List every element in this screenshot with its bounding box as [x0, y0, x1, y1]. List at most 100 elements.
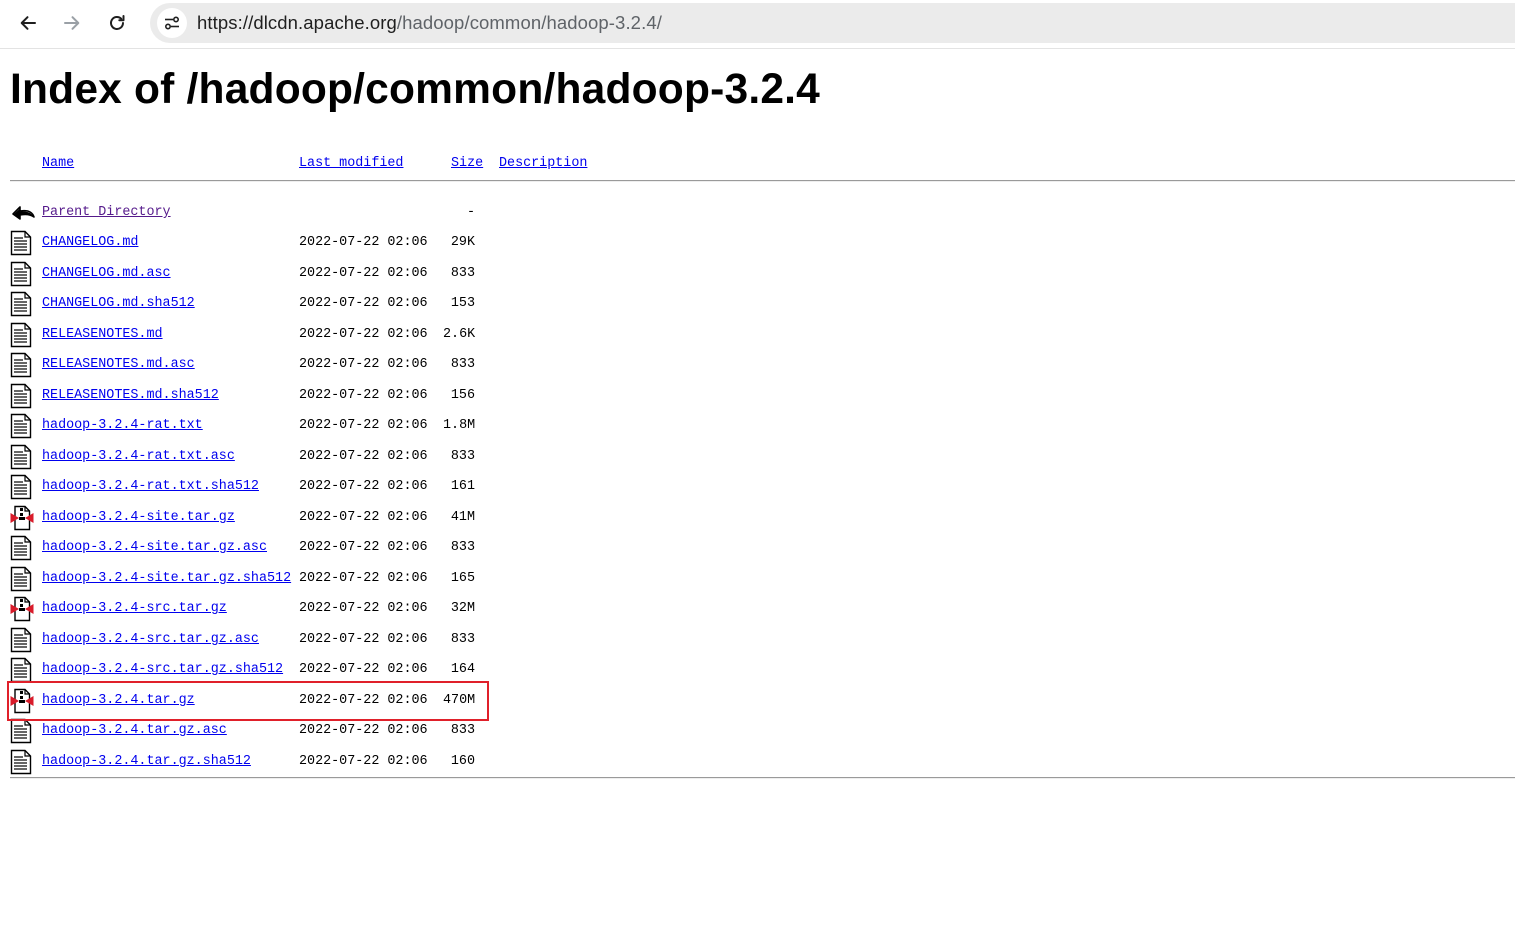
file-size: 41M: [450, 510, 475, 525]
file-link[interactable]: hadoop-3.2.4.tar.gz.sha512: [42, 754, 251, 769]
file-row: CHANGELOG.md.sha512 2022-07-22 02:06 153: [0, 291, 600, 326]
file-date: 2022-07-22 02:06: [299, 357, 428, 372]
file-row: hadoop-3.2.4.tar.gz.asc 2022-07-22 02:06 8…: [0, 718, 600, 753]
text-file-icon[interactable]: [10, 657, 34, 683]
file-link[interactable]: hadoop-3.2.4-site.tar.gz.sha512: [42, 571, 291, 586]
file-date: 2022-07-22 02:06: [299, 266, 428, 281]
file-size: 160: [450, 754, 475, 769]
file-link[interactable]: RELEASENOTES.md.sha512: [42, 388, 219, 403]
file-link[interactable]: hadoop-3.2.4-rat.txt: [42, 418, 203, 433]
text-file-icon[interactable]: [10, 718, 34, 744]
directory-listing: Name Last modified Size Description Pare…: [0, 0, 1515, 935]
file-date: 2022-07-22 02:06: [299, 418, 428, 433]
text-file-icon[interactable]: [10, 535, 34, 561]
sort-by-description-link[interactable]: Description: [499, 156, 587, 171]
file-size: -: [466, 205, 475, 220]
sort-by-size-link[interactable]: Size: [451, 156, 483, 171]
file-size: 833: [450, 449, 475, 464]
file-size: 165: [450, 571, 475, 586]
file-date: 2022-07-22 02:06: [299, 388, 428, 403]
file-link[interactable]: RELEASENOTES.md: [42, 327, 163, 342]
sort-by-name-link[interactable]: Name: [42, 156, 74, 171]
file-date: 2022-07-22 02:06: [299, 571, 428, 586]
file-size: 2.6K: [443, 327, 476, 342]
file-row: hadoop-3.2.4-src.tar.gz.asc 2022-07-22 02…: [0, 627, 600, 662]
file-size: 153: [450, 296, 475, 311]
file-date: 2022-07-22 02:06: [299, 540, 428, 555]
file-date: 2022-07-22 02:06: [299, 632, 428, 647]
file-row: hadoop-3.2.4-rat.txt.asc 2022-07-22 02:06…: [0, 444, 600, 479]
text-file-icon[interactable]: [10, 749, 34, 775]
file-row: hadoop-3.2.4.tar.gz.sha512 2022-07-22 02:…: [0, 749, 600, 784]
file-link[interactable]: CHANGELOG.md.asc: [42, 266, 171, 281]
file-link[interactable]: hadoop-3.2.4.tar.gz.asc: [42, 723, 227, 738]
file-link[interactable]: CHANGELOG.md.sha512: [42, 296, 195, 311]
file-size: 833: [450, 540, 475, 555]
parent-directory-link[interactable]: Parent Directory: [42, 205, 171, 220]
file-row: hadoop-3.2.4-src.tar.gz.sha512 2022-07-22…: [0, 657, 600, 692]
compressed-file-icon[interactable]: [10, 688, 34, 714]
file-date: 2022-07-22 02:06: [299, 693, 428, 708]
file-size: 833: [450, 266, 475, 281]
text-file-icon[interactable]: [10, 474, 34, 500]
file-size: 29K: [450, 235, 475, 250]
file-row: RELEASENOTES.md.sha512 2022-07-22 02:06 15…: [0, 383, 600, 418]
file-size: 833: [450, 357, 475, 372]
file-link[interactable]: hadoop-3.2.4-rat.txt.sha512: [42, 479, 259, 494]
sort-by-last-modified-link[interactable]: Last modified: [299, 156, 403, 171]
text-file-icon[interactable]: [10, 291, 34, 317]
file-row: hadoop-3.2.4-site.tar.gz.asc 2022-07-22 0…: [0, 535, 600, 570]
file-size: 833: [450, 632, 475, 647]
compressed-file-icon[interactable]: [10, 596, 34, 622]
file-link[interactable]: RELEASENOTES.md.asc: [42, 357, 195, 372]
file-row: hadoop-3.2.4-rat.txt 2022-07-22 02:06 1.8M: [0, 413, 600, 448]
file-row: hadoop-3.2.4-rat.txt.sha512 2022-07-22 02…: [0, 474, 600, 509]
file-date: 2022-07-22 02:06: [299, 723, 428, 738]
file-date: 2022-07-22 02:06: [299, 449, 428, 464]
file-size: 833: [450, 723, 475, 738]
file-row: CHANGELOG.md.asc 2022-07-22 02:06 833: [0, 261, 600, 296]
file-date: 2022-07-22 02:06: [299, 296, 428, 311]
file-row: hadoop-3.2.4-site.tar.gz.sha512 2022-07-2…: [0, 566, 600, 601]
file-row: RELEASENOTES.md 2022-07-22 02:06 2.6K: [0, 322, 600, 357]
file-size: 470M: [443, 693, 476, 708]
file-link[interactable]: CHANGELOG.md: [42, 235, 138, 250]
file-link[interactable]: hadoop-3.2.4-src.tar.gz.asc: [42, 632, 259, 647]
file-link[interactable]: hadoop-3.2.4-site.tar.gz.asc: [42, 540, 267, 555]
header-divider: [10, 180, 1515, 182]
file-size: 156: [450, 388, 475, 403]
file-date: 2022-07-22 02:06: [299, 479, 428, 494]
text-file-icon[interactable]: [10, 352, 34, 378]
file-size: 164: [450, 662, 475, 677]
file-size: 1.8M: [443, 418, 476, 433]
file-row: RELEASENOTES.md.asc 2022-07-22 02:06 833: [0, 352, 600, 387]
file-link[interactable]: hadoop-3.2.4-src.tar.gz: [42, 601, 227, 616]
file-row: hadoop-3.2.4-src.tar.gz 2022-07-22 02:06 3…: [0, 596, 600, 631]
parent-directory-row: Parent Directory -: [0, 205, 600, 235]
text-file-icon[interactable]: [10, 627, 34, 653]
text-file-icon[interactable]: [10, 261, 34, 287]
back-icon[interactable]: [10, 200, 35, 226]
file-row: hadoop-3.2.4.tar.gz 2022-07-22 02:06 470M: [0, 688, 600, 723]
file-row: CHANGELOG.md 2022-07-22 02:06 29K: [0, 230, 600, 265]
footer-divider: [10, 777, 1515, 779]
text-file-icon[interactable]: [10, 322, 34, 348]
file-date: 2022-07-22 02:06: [299, 754, 428, 769]
file-date: 2022-07-22 02:06: [299, 601, 428, 616]
text-file-icon[interactable]: [10, 444, 34, 470]
file-date: 2022-07-22 02:06: [299, 327, 428, 342]
file-size: 161: [450, 479, 475, 494]
file-size: 32M: [450, 601, 475, 616]
text-file-icon[interactable]: [10, 566, 34, 592]
text-file-icon[interactable]: [10, 413, 34, 439]
file-link[interactable]: hadoop-3.2.4.tar.gz: [42, 693, 195, 708]
file-link[interactable]: hadoop-3.2.4-rat.txt.asc: [42, 449, 235, 464]
file-date: 2022-07-22 02:06: [299, 510, 428, 525]
text-file-icon[interactable]: [10, 230, 34, 256]
file-link[interactable]: hadoop-3.2.4-src.tar.gz.sha512: [42, 662, 283, 677]
file-link[interactable]: hadoop-3.2.4-site.tar.gz: [42, 510, 235, 525]
text-file-icon[interactable]: [10, 383, 34, 409]
compressed-file-icon[interactable]: [10, 505, 34, 531]
file-row: hadoop-3.2.4-site.tar.gz 2022-07-22 02:06…: [0, 505, 600, 540]
file-date: 2022-07-22 02:06: [299, 662, 428, 677]
